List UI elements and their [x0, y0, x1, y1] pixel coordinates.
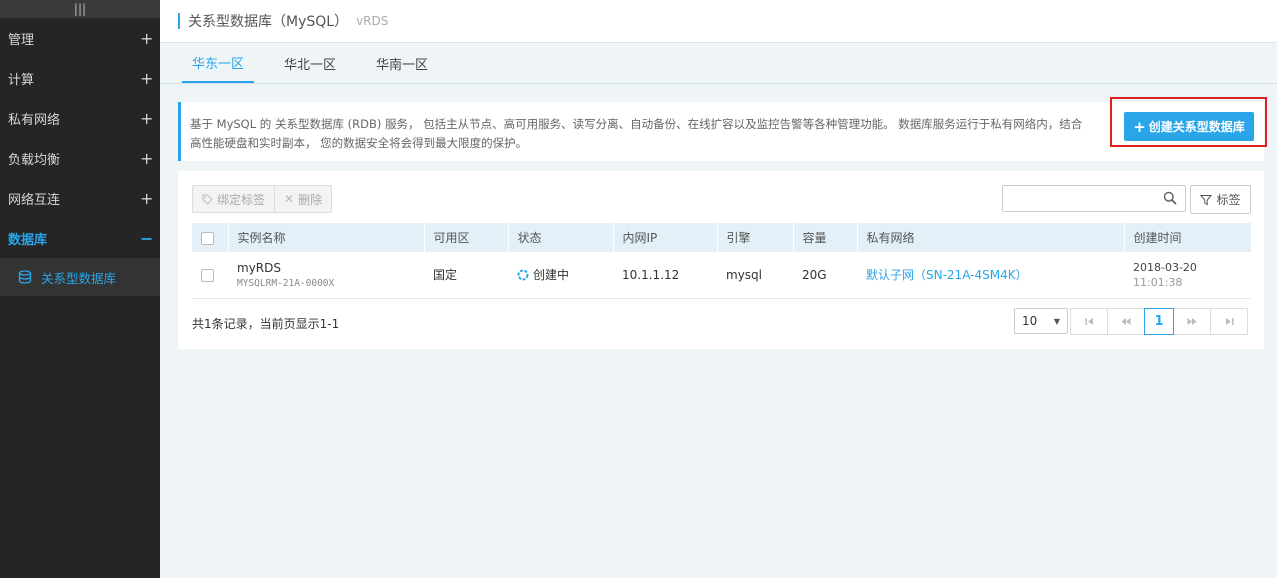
- column-header[interactable]: 状态: [508, 223, 614, 252]
- instance-name[interactable]: myRDS: [237, 261, 424, 275]
- sidebar-collapse-handle[interactable]: |||: [0, 0, 160, 18]
- status-text: 创建中: [533, 268, 570, 283]
- create-database-button[interactable]: + 创建关系型数据库: [1124, 112, 1254, 141]
- sidebar-item-manage[interactable]: 管理 +: [0, 18, 160, 58]
- last-page-button[interactable]: [1210, 308, 1248, 335]
- capacity-cell: 20G: [793, 252, 857, 299]
- sidebar-item-compute[interactable]: 计算 +: [0, 58, 160, 98]
- filter-icon: [1200, 194, 1213, 205]
- sidebar-item-vpc[interactable]: 私有网络 +: [0, 98, 160, 138]
- sidebar: ||| 管理 + 计算 + 私有网络 + 负载均衡 + 网络互连 + 数据库 −…: [0, 0, 160, 578]
- column-header[interactable]: 创建时间: [1124, 223, 1251, 252]
- tab-north-china-1[interactable]: 华北一区: [274, 43, 346, 83]
- table-row[interactable]: myRDS MYSQLRM-21A-0000X 国定 创建中 10.1.1.12…: [192, 252, 1251, 299]
- header-accent-bar: [178, 13, 180, 29]
- column-header[interactable]: 私有网络: [857, 223, 1125, 252]
- page-title: 关系型数据库（MySQL）: [188, 14, 349, 30]
- sidebar-item-label: 私有网络: [8, 112, 61, 128]
- tag-filter-button[interactable]: 标签: [1190, 185, 1251, 214]
- page-size-value: 10: [1022, 314, 1038, 328]
- region-tabs: 华东一区 华北一区 华南一区: [160, 43, 1277, 84]
- zone-cell: 国定: [424, 252, 508, 299]
- next-page-button[interactable]: [1173, 308, 1211, 335]
- column-header[interactable]: 引擎: [717, 223, 794, 252]
- instance-table: 实例名称 可用区 状态 内网IP 引擎 容量 私有网络 创建时间 myRDS M…: [192, 223, 1251, 299]
- grip-icon: |||: [73, 2, 87, 16]
- service-description: 基于 MySQL 的 关系型数据库 (RDB) 服务， 包括主从节点、高可用服务…: [178, 102, 1264, 161]
- engine-cell: mysql: [717, 252, 793, 299]
- created-date: 2018-03-20: [1133, 260, 1197, 274]
- pagination: 1: [1070, 308, 1248, 335]
- action-button-group: 绑定标签 ✕ 删除: [192, 185, 333, 213]
- chevron-down-icon: ▼: [1053, 316, 1060, 326]
- column-header[interactable]: 内网IP: [613, 223, 718, 252]
- prev-page-button[interactable]: [1107, 308, 1145, 335]
- table-header-row: 实例名称 可用区 状态 内网IP 引擎 容量 私有网络 创建时间: [192, 223, 1251, 252]
- tab-east-china-1[interactable]: 华东一区: [182, 43, 255, 83]
- last-page-icon: [1225, 318, 1233, 325]
- delete-label: 删除: [298, 192, 323, 207]
- sidebar-item-load-balancer[interactable]: 负载均衡 +: [0, 138, 160, 178]
- expand-icon: +: [140, 148, 154, 168]
- tag-filter-label: 标签: [1216, 193, 1241, 207]
- prev-page-icon: [1121, 318, 1131, 325]
- sidebar-item-label: 网络互连: [8, 192, 61, 208]
- network-link[interactable]: 默认子网（SN-21A-4SM4K）: [866, 268, 1028, 282]
- next-page-icon: [1187, 318, 1197, 325]
- page-subtitle: vRDS: [356, 14, 389, 28]
- column-header[interactable]: 实例名称: [228, 223, 425, 252]
- search-input[interactable]: [1002, 185, 1186, 212]
- expand-icon: +: [140, 28, 154, 48]
- plus-icon: +: [1133, 117, 1146, 136]
- status-cell: 创建中: [508, 252, 613, 299]
- tab-south-china-1[interactable]: 华南一区: [366, 43, 438, 83]
- column-header[interactable]: 容量: [793, 223, 858, 252]
- loading-icon: [517, 269, 529, 281]
- created-time: 11:01:38: [1133, 275, 1183, 289]
- description-line-2: 高性能硬盘和实时副本， 您的数据安全将会得到最大限度的保护。: [190, 136, 528, 150]
- first-page-button[interactable]: [1070, 308, 1108, 335]
- sidebar-item-label: 计算: [8, 72, 35, 88]
- bind-tag-label: 绑定标签: [217, 192, 266, 207]
- column-header[interactable]: 可用区: [424, 223, 509, 252]
- sidebar-item-database[interactable]: 数据库 −: [0, 218, 160, 258]
- record-summary: 共1条记录，当前页显示1-1: [192, 317, 340, 331]
- expand-icon: +: [140, 68, 154, 88]
- first-page-icon: [1085, 318, 1093, 325]
- page-number-button[interactable]: 1: [1144, 308, 1174, 335]
- search-icon[interactable]: [1163, 191, 1177, 205]
- expand-icon: +: [140, 108, 154, 128]
- ip-cell: 10.1.1.12: [613, 252, 717, 299]
- instance-id: MYSQLRM-21A-0000X: [237, 277, 335, 289]
- collapse-icon: −: [140, 228, 154, 248]
- sidebar-item-label: 管理: [8, 32, 35, 48]
- description-line-1: 基于 MySQL 的 关系型数据库 (RDB) 服务， 包括主从节点、高可用服务…: [190, 117, 1083, 131]
- sidebar-subitem-rdb[interactable]: 关系型数据库: [0, 258, 160, 296]
- delete-button[interactable]: ✕ 删除: [274, 186, 331, 212]
- row-checkbox[interactable]: [201, 268, 214, 282]
- instance-list-card: 绑定标签 ✕ 删除 标签 实例名称 可用区 状态 内网IP 引擎 容量 私有网络…: [178, 171, 1264, 349]
- close-icon: ✕: [284, 192, 295, 206]
- page-header: 关系型数据库（MySQL） vRDS: [160, 0, 1277, 43]
- sidebar-item-interconnect[interactable]: 网络互连 +: [0, 178, 160, 218]
- create-button-label: 创建关系型数据库: [1148, 120, 1245, 134]
- page-size-select[interactable]: 10 ▼: [1014, 308, 1068, 334]
- sidebar-item-label: 负载均衡: [8, 152, 61, 168]
- database-icon: [18, 270, 32, 284]
- sidebar-subitem-label: 关系型数据库: [41, 270, 117, 286]
- select-all-checkbox[interactable]: [201, 231, 214, 245]
- bind-tag-button[interactable]: 绑定标签: [193, 186, 274, 212]
- expand-icon: +: [140, 188, 154, 208]
- sidebar-item-label: 数据库: [8, 232, 48, 248]
- tag-icon: [202, 194, 213, 205]
